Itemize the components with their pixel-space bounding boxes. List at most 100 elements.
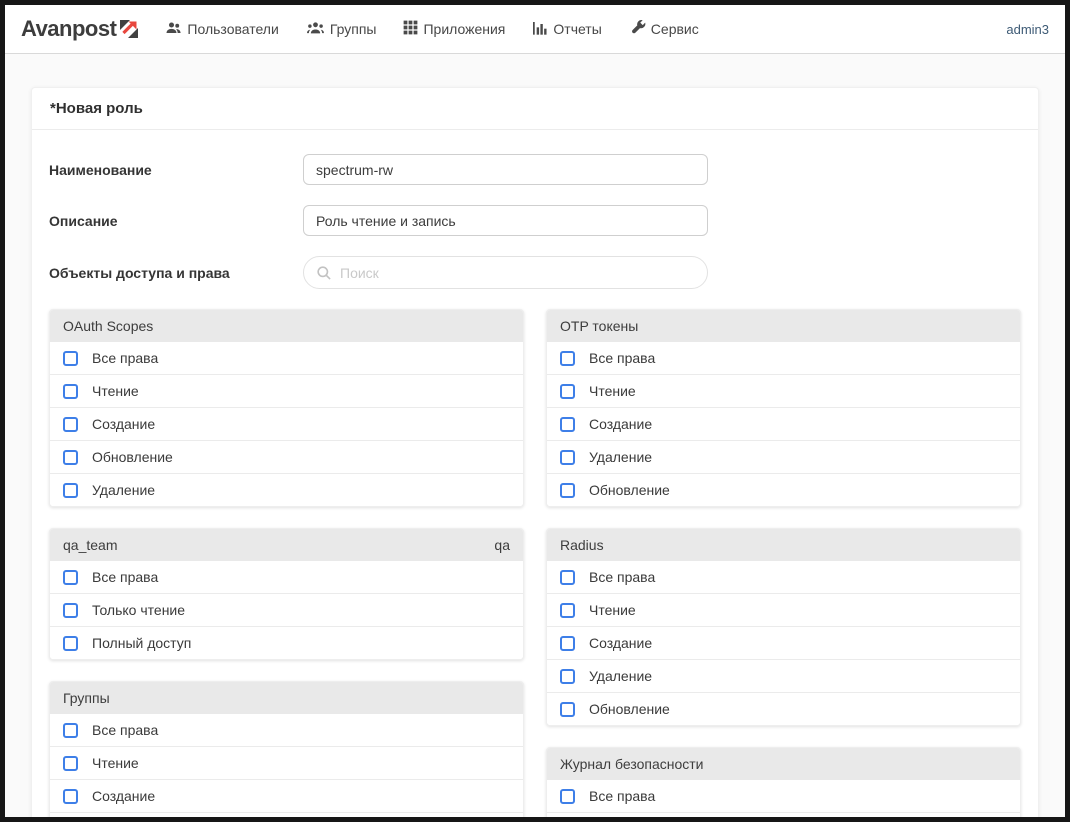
checkbox[interactable] bbox=[63, 636, 78, 651]
search-box[interactable] bbox=[303, 256, 708, 289]
checkbox[interactable] bbox=[63, 603, 78, 618]
checkbox[interactable] bbox=[63, 351, 78, 366]
panel-badge: qa bbox=[494, 537, 510, 553]
permission-row[interactable]: Все права bbox=[50, 714, 523, 747]
panel-qa-team: qa_team qa Все права Только чтение bbox=[49, 528, 524, 660]
permission-row[interactable]: Все права bbox=[50, 342, 523, 375]
search-input[interactable] bbox=[340, 265, 695, 281]
panel-radius: Radius Все права Чтение bbox=[546, 528, 1021, 726]
permission-row[interactable]: Чтение bbox=[50, 747, 523, 780]
permission-row[interactable]: Чтение bbox=[50, 375, 523, 408]
permission-row[interactable]: Удаление bbox=[547, 660, 1020, 693]
panel-oauth-scopes: OAuth Scopes Все права Чтение bbox=[49, 309, 524, 507]
nav-item-groups[interactable]: Группы bbox=[306, 20, 377, 39]
permission-row[interactable]: Создание bbox=[50, 780, 523, 813]
logo-text: Avanpost bbox=[21, 16, 116, 42]
permission-row[interactable]: Обновление bbox=[547, 474, 1020, 506]
checkbox[interactable] bbox=[560, 603, 575, 618]
panel-title: Radius bbox=[560, 537, 604, 553]
permission-row[interactable]: Создание bbox=[50, 408, 523, 441]
users-icon bbox=[165, 20, 182, 39]
checkbox[interactable] bbox=[63, 723, 78, 738]
panel-header: OAuth Scopes bbox=[50, 310, 523, 342]
top-navbar: Avanpost bbox=[5, 5, 1065, 54]
checkbox[interactable] bbox=[560, 669, 575, 684]
checkbox[interactable] bbox=[63, 483, 78, 498]
new-role-card: *Новая роль Наименование Описание Объект… bbox=[31, 87, 1039, 817]
checkbox[interactable] bbox=[63, 384, 78, 399]
permission-row[interactable]: Создание bbox=[547, 408, 1020, 441]
description-label: Описание bbox=[49, 213, 303, 229]
permission-row[interactable]: Чтение bbox=[547, 813, 1020, 817]
permission-row[interactable]: Чтение bbox=[547, 375, 1020, 408]
permission-row[interactable]: Все права bbox=[547, 342, 1020, 375]
permission-row[interactable]: Все права bbox=[50, 561, 523, 594]
new-role-form: Наименование Описание Объекты доступа и … bbox=[32, 130, 1038, 817]
name-label: Наименование bbox=[49, 162, 303, 178]
permission-row[interactable]: Удаление bbox=[50, 474, 523, 506]
checkbox[interactable] bbox=[560, 702, 575, 717]
permission-row[interactable]: Все права bbox=[547, 561, 1020, 594]
permission-label: Полный доступ bbox=[92, 635, 191, 651]
permission-label: Удаление bbox=[92, 482, 155, 498]
nav-item-reports[interactable]: Отчеты bbox=[532, 20, 601, 39]
panel-title: Группы bbox=[63, 690, 110, 706]
panels-left-column: OAuth Scopes Все права Чтение bbox=[49, 309, 524, 817]
access-objects-field-row: Объекты доступа и права bbox=[49, 256, 1021, 289]
permission-row[interactable]: Все права bbox=[547, 780, 1020, 813]
permission-label: Создание bbox=[92, 416, 155, 432]
permission-label: Только чтение bbox=[92, 602, 185, 618]
reports-icon bbox=[532, 20, 548, 39]
search-icon bbox=[316, 265, 332, 281]
checkbox[interactable] bbox=[560, 636, 575, 651]
checkbox[interactable] bbox=[560, 789, 575, 804]
nav-item-users[interactable]: Пользователи bbox=[165, 20, 278, 39]
panel-title: qa_team bbox=[63, 537, 117, 553]
permission-row[interactable]: Чтение bbox=[547, 594, 1020, 627]
checkbox[interactable] bbox=[560, 483, 575, 498]
checkbox[interactable] bbox=[560, 351, 575, 366]
permission-label: Все права bbox=[92, 722, 158, 738]
permission-label: Все права bbox=[589, 569, 655, 585]
permission-row[interactable]: Обновление bbox=[547, 693, 1020, 725]
nav-item-label: Сервис bbox=[651, 21, 699, 37]
permission-row[interactable]: Обновление bbox=[50, 441, 523, 474]
permission-label: Обновление bbox=[589, 701, 670, 717]
checkbox[interactable] bbox=[63, 789, 78, 804]
permission-row[interactable]: Удаление bbox=[50, 813, 523, 817]
permission-label: Все права bbox=[92, 569, 158, 585]
permission-label: Чтение bbox=[92, 755, 139, 771]
nav-item-label: Отчеты bbox=[553, 21, 601, 37]
permission-row[interactable]: Удаление bbox=[547, 441, 1020, 474]
nav-item-label: Группы bbox=[330, 21, 377, 37]
permission-row[interactable]: Полный доступ bbox=[50, 627, 523, 659]
nav-item-applications[interactable]: Приложения bbox=[403, 20, 505, 38]
groups-icon bbox=[306, 20, 325, 39]
checkbox[interactable] bbox=[560, 417, 575, 432]
panel-otp-tokens: OTP токены Все права Чтение bbox=[546, 309, 1021, 507]
checkbox[interactable] bbox=[560, 570, 575, 585]
access-objects-label: Объекты доступа и права bbox=[49, 265, 303, 281]
panel-title: OAuth Scopes bbox=[63, 318, 153, 334]
checkbox[interactable] bbox=[63, 417, 78, 432]
page-title: *Новая роль bbox=[32, 88, 1038, 130]
apps-grid-icon bbox=[403, 20, 418, 38]
permission-row[interactable]: Создание bbox=[547, 627, 1020, 660]
permission-label: Обновление bbox=[589, 482, 670, 498]
checkbox[interactable] bbox=[560, 384, 575, 399]
checkbox[interactable] bbox=[63, 756, 78, 771]
description-input[interactable] bbox=[303, 205, 708, 236]
avanpost-logo[interactable]: Avanpost bbox=[21, 16, 139, 42]
panel-header: qa_team qa bbox=[50, 529, 523, 561]
current-user[interactable]: admin3 bbox=[1006, 22, 1049, 37]
nav-item-service[interactable]: Сервис bbox=[629, 19, 699, 39]
description-field-row: Описание bbox=[49, 205, 1021, 236]
panel-title: Журнал безопасности bbox=[560, 756, 703, 772]
name-field-row: Наименование bbox=[49, 154, 1021, 185]
permission-row[interactable]: Только чтение bbox=[50, 594, 523, 627]
checkbox[interactable] bbox=[560, 450, 575, 465]
checkbox[interactable] bbox=[63, 570, 78, 585]
main-area: *Новая роль Наименование Описание Объект… bbox=[5, 54, 1065, 817]
name-input[interactable] bbox=[303, 154, 708, 185]
checkbox[interactable] bbox=[63, 450, 78, 465]
